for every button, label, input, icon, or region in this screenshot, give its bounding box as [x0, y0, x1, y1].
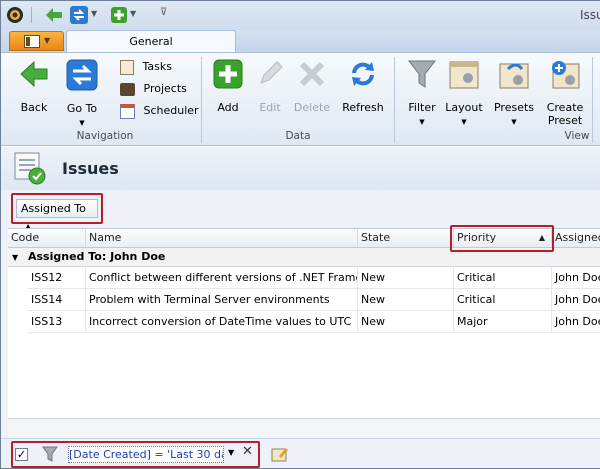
- column-header-code[interactable]: Code: [8, 229, 86, 247]
- view-header: Issues: [0, 147, 600, 190]
- chevron-down-icon: ▼: [511, 118, 517, 126]
- delete-x-icon: [299, 61, 325, 87]
- goto-label: Go To: [66, 102, 98, 115]
- column-header-state[interactable]: State: [358, 229, 454, 247]
- edit-button[interactable]: Edit: [252, 59, 288, 114]
- navigation-group-label: Navigation: [76, 130, 134, 142]
- scheduler-label: Scheduler: [143, 104, 199, 117]
- cell-assigned: John Doe: [555, 293, 600, 306]
- ribbon-panel: Back Go To ▼ Tasks Projects Scheduler Na…: [0, 52, 600, 146]
- table-row[interactable]: ISS13 Incorrect conversion of DateTime v…: [28, 311, 600, 333]
- delete-label: Delete: [293, 101, 331, 114]
- group-row-label: Assigned To: John Doe: [28, 250, 166, 263]
- delete-button[interactable]: Delete: [292, 59, 332, 114]
- column-header-name[interactable]: Name: [86, 229, 358, 247]
- chevron-down-icon: ▼: [44, 36, 51, 45]
- cell-code: ISS13: [28, 311, 86, 332]
- create-preset-label-1: Create: [546, 101, 584, 114]
- cell-state: New: [358, 311, 454, 332]
- quick-back-icon[interactable]: [46, 8, 62, 22]
- cell-state: New: [358, 289, 454, 310]
- table-row[interactable]: ISS14 Problem with Terminal Server envir…: [28, 289, 600, 311]
- projects-label: Projects: [143, 82, 187, 95]
- presets-label: Presets: [493, 101, 535, 114]
- edit-filter-icon[interactable]: [271, 446, 289, 462]
- back-button[interactable]: Back: [14, 59, 54, 114]
- title-bar: ▼ ▼ ⊽ Issu: [0, 0, 600, 30]
- chevron-down-icon[interactable]: ▼: [130, 9, 136, 18]
- goto-icon: [66, 59, 98, 91]
- back-arrow-icon: [20, 60, 48, 88]
- cell-priority: Major: [454, 311, 552, 332]
- filter-button[interactable]: Filter ▼: [403, 59, 441, 129]
- quick-add-icon[interactable]: [111, 7, 127, 23]
- cell-assigned: John Doe: [555, 271, 600, 284]
- create-preset-label-2: Preset: [547, 114, 583, 127]
- cell-state: New: [358, 267, 454, 288]
- app-menu-icon: [24, 35, 40, 48]
- highlight-group-chip: [11, 193, 103, 224]
- chevron-down-icon: ▼: [79, 119, 85, 127]
- window-title: Issu: [580, 8, 600, 22]
- scheduler-button[interactable]: Scheduler: [120, 103, 199, 121]
- chevron-down-icon[interactable]: ▼: [91, 9, 97, 18]
- refresh-label: Refresh: [342, 101, 384, 114]
- issues-icon: [14, 152, 46, 185]
- add-icon: [213, 59, 243, 89]
- refresh-icon: [352, 62, 374, 86]
- layout-icon: [449, 61, 479, 89]
- table-row[interactable]: ISS12 Conflict between different version…: [28, 267, 600, 289]
- customize-qat-icon[interactable]: ⊽: [160, 7, 167, 18]
- filter-label: Filter: [408, 101, 436, 114]
- highlight-priority-header: [450, 225, 554, 252]
- cell-name: Conflict between different versions of .…: [86, 267, 358, 288]
- goto-button[interactable]: Go To ▼: [60, 59, 104, 130]
- create-preset-button[interactable]: Create Preset: [543, 59, 587, 127]
- cell-name: Incorrect conversion of DateTime values …: [86, 311, 358, 332]
- collapse-group-icon[interactable]: ▼: [12, 253, 18, 262]
- add-button[interactable]: Add: [209, 59, 247, 114]
- funnel-icon: [407, 60, 437, 88]
- create-preset-icon: [552, 61, 580, 89]
- briefcase-icon: [120, 82, 135, 96]
- cell-code: ISS14: [28, 289, 86, 310]
- column-header-assigned[interactable]: Assigned: [552, 229, 600, 247]
- page-title: Issues: [62, 159, 119, 178]
- tab-general[interactable]: General: [66, 30, 236, 53]
- pencil-icon: [260, 61, 283, 84]
- application-menu-button[interactable]: ▼: [9, 31, 64, 51]
- chevron-down-icon: ▼: [461, 118, 467, 126]
- edit-label: Edit: [259, 101, 281, 114]
- tasks-label: Tasks: [142, 60, 172, 73]
- cell-code: ISS12: [28, 267, 86, 288]
- left-gutter: [0, 228, 8, 438]
- app-logo-icon: [7, 7, 23, 23]
- layout-button[interactable]: Layout ▼: [444, 59, 484, 129]
- quick-goto-icon[interactable]: [70, 6, 88, 24]
- data-group-label: Data: [285, 130, 311, 142]
- refresh-button[interactable]: Refresh: [340, 59, 386, 114]
- cell-name: Problem with Terminal Server environment…: [86, 289, 358, 310]
- layout-label: Layout: [445, 101, 483, 114]
- back-label: Back: [20, 101, 48, 114]
- cell-priority: Critical: [454, 267, 552, 288]
- add-label: Add: [217, 101, 239, 114]
- view-group-label: View: [564, 130, 590, 142]
- chevron-down-icon: ▼: [419, 118, 425, 126]
- horizontal-scrollbar[interactable]: [8, 418, 600, 438]
- tasks-icon: [120, 59, 134, 75]
- calendar-icon: [120, 103, 135, 119]
- presets-icon: [499, 63, 529, 89]
- cell-assigned: John Doe: [555, 315, 600, 328]
- tasks-button[interactable]: Tasks: [120, 59, 172, 77]
- cell-priority: Critical: [454, 289, 552, 310]
- projects-button[interactable]: Projects: [120, 81, 187, 99]
- highlight-filter-bar: [11, 441, 260, 468]
- presets-button[interactable]: Presets ▼: [492, 59, 536, 129]
